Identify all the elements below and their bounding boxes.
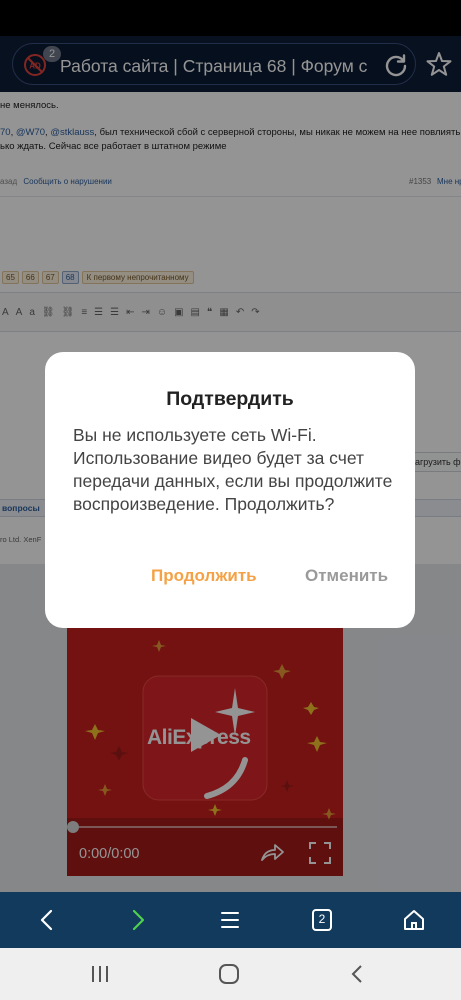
tab-count: 2 <box>318 912 326 926</box>
recent-apps-icon[interactable] <box>88 962 112 986</box>
system-home-icon[interactable] <box>217 962 241 986</box>
status-bar <box>0 0 461 36</box>
dialog-title: Подтвердить <box>166 388 294 410</box>
system-nav-bar <box>0 948 461 1000</box>
forward-icon[interactable] <box>124 906 152 934</box>
confirm-dialog: Подтвердить Вы не используете сеть Wi-Fi… <box>45 352 415 628</box>
dialog-message: Вы не используете сеть Wi-Fi. Использова… <box>73 425 393 514</box>
home-icon[interactable] <box>400 906 428 934</box>
tabs-icon[interactable]: 2 <box>308 906 336 934</box>
continue-button[interactable]: Продолжить <box>151 566 257 586</box>
cancel-button[interactable]: Отменить <box>305 566 388 586</box>
system-back-icon[interactable] <box>346 962 370 986</box>
browser-bottom-bar: 2 <box>0 892 461 948</box>
back-icon[interactable] <box>33 906 61 934</box>
menu-icon[interactable] <box>216 906 244 934</box>
